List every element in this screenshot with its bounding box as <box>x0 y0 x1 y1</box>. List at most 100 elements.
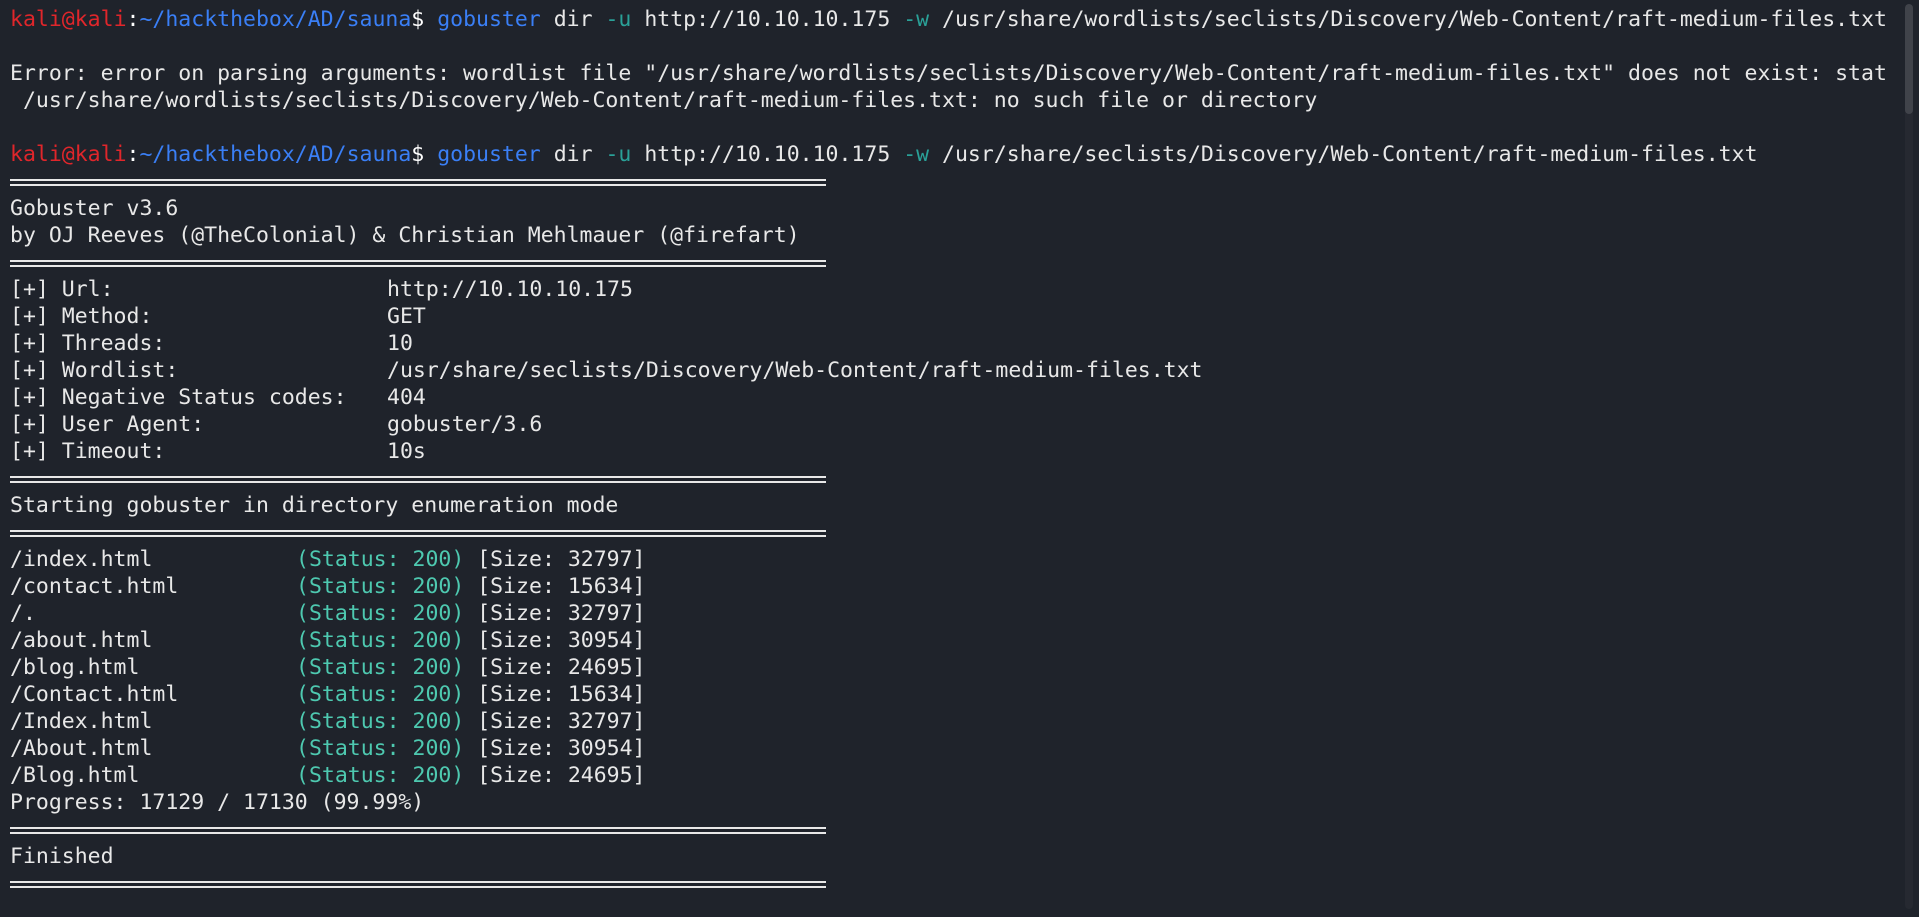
result-status: (Status: 200) <box>296 547 465 572</box>
result-row: /Contact.html (Status: 200) [Size: 15634] <box>10 681 1919 708</box>
divider <box>10 249 1919 276</box>
config-row: [+] Url: http://10.10.10.175 <box>10 276 1919 303</box>
config-value: gobuster/3.6 <box>387 412 543 437</box>
config-row: [+] Wordlist: /usr/share/seclists/Discove… <box>10 357 1919 384</box>
result-size: [Size: 24695] <box>464 763 646 788</box>
config-label: [+] Method: <box>10 304 153 329</box>
command-tool: gobuster <box>437 7 541 32</box>
progress-text: Progress: 17129 / 17130 (99.99%) <box>10 790 425 815</box>
terminal-window[interactable]: kali@kali:~/hackthebox/AD/sauna$ gobuste… <box>0 0 1919 917</box>
result-status: (Status: 200) <box>296 709 465 734</box>
result-size: [Size: 15634] <box>464 574 646 599</box>
result-row: /About.html (Status: 200) [Size: 30954] <box>10 735 1919 762</box>
result-path: /index.html <box>10 547 153 572</box>
config-label: [+] Url: <box>10 277 114 302</box>
config-value: 10 <box>387 331 413 356</box>
divider <box>10 519 1919 546</box>
result-status: (Status: 200) <box>296 601 465 626</box>
banner-authors: by OJ Reeves (@TheColonial) & Christian … <box>10 223 800 248</box>
command-flag-u: -u <box>605 142 632 167</box>
result-path: /. <box>10 601 36 626</box>
config-value: http://10.10.10.175 <box>387 277 633 302</box>
result-row: /Index.html (Status: 200) [Size: 32797] <box>10 708 1919 735</box>
result-status: (Status: 200) <box>296 736 465 761</box>
banner-version: Gobuster v3.6 <box>10 196 179 221</box>
result-size: [Size: 32797] <box>464 547 646 572</box>
prompt-dollar: $ <box>411 7 438 32</box>
prompt-host: kali <box>74 7 127 32</box>
config-row: [+] User Agent: gobuster/3.6 <box>10 411 1919 438</box>
error-line-1: Error: error on parsing arguments: wordl… <box>10 61 1887 86</box>
config-row: [+] Threads: 10 <box>10 330 1919 357</box>
result-row: /about.html (Status: 200) [Size: 30954] <box>10 627 1919 654</box>
result-path: /About.html <box>10 736 153 761</box>
result-size: [Size: 30954] <box>464 736 646 761</box>
result-row: /contact.html (Status: 200) [Size: 15634] <box>10 573 1919 600</box>
result-status: (Status: 200) <box>296 574 465 599</box>
config-label: [+] User Agent: <box>10 412 205 437</box>
result-row: /blog.html (Status: 200) [Size: 24695] <box>10 654 1919 681</box>
command-url: http://10.10.10.175 <box>631 7 904 32</box>
result-row: /index.html (Status: 200) [Size: 32797] <box>10 546 1919 573</box>
result-row: /Blog.html (Status: 200) [Size: 24695] <box>10 762 1919 789</box>
result-size: [Size: 30954] <box>464 628 646 653</box>
config-label: [+] Timeout: <box>10 439 166 464</box>
command-flag-u: -u <box>605 7 632 32</box>
error-line-2: /usr/share/wordlists/seclists/Discovery/… <box>10 88 1318 113</box>
command-wordlist: /usr/share/wordlists/seclists/Discovery/… <box>929 7 1887 32</box>
config-label: [+] Wordlist: <box>10 358 179 383</box>
prompt-dollar: $ <box>411 142 438 167</box>
command-line-2: kali@kali:~/hackthebox/AD/sauna$ gobuste… <box>10 141 1919 168</box>
result-path: /Contact.html <box>10 682 179 707</box>
config-label: [+] Negative Status codes: <box>10 385 347 410</box>
divider <box>10 168 1919 195</box>
result-path: /Blog.html <box>10 763 140 788</box>
result-size: [Size: 32797] <box>464 601 646 626</box>
command-sub: dir <box>540 142 606 167</box>
result-status: (Status: 200) <box>296 763 465 788</box>
prompt-at: @ <box>61 7 75 32</box>
prompt-colon: : <box>126 142 140 167</box>
divider <box>10 465 1919 492</box>
result-size: [Size: 32797] <box>464 709 646 734</box>
config-value: 10s <box>387 439 426 464</box>
prompt-user: kali <box>10 7 62 32</box>
command-sub: dir <box>540 7 606 32</box>
command-wordlist: /usr/share/seclists/Discovery/Web-Conten… <box>929 142 1758 167</box>
scrollbar[interactable] <box>1905 4 1913 909</box>
divider <box>10 816 1919 843</box>
prompt-colon: : <box>126 7 140 32</box>
prompt-path: ~/hackthebox/AD/sauna <box>139 142 412 167</box>
config-row: [+] Negative Status codes: 404 <box>10 384 1919 411</box>
result-status: (Status: 200) <box>296 682 465 707</box>
result-path: /Index.html <box>10 709 153 734</box>
result-path: /blog.html <box>10 655 140 680</box>
result-status: (Status: 200) <box>296 655 465 680</box>
config-row: [+] Timeout: 10s <box>10 438 1919 465</box>
result-path: /contact.html <box>10 574 179 599</box>
prompt-host: kali <box>74 142 127 167</box>
mode-text: Starting gobuster in directory enumerati… <box>10 493 619 518</box>
result-path: /about.html <box>10 628 153 653</box>
command-url: http://10.10.10.175 <box>631 142 904 167</box>
result-size: [Size: 15634] <box>464 682 646 707</box>
command-flag-w: -w <box>903 7 930 32</box>
command-tool: gobuster <box>437 142 541 167</box>
config-value: /usr/share/seclists/Discovery/Web-Conten… <box>387 358 1203 383</box>
result-row: /. (Status: 200) [Size: 32797] <box>10 600 1919 627</box>
scrollbar-thumb[interactable] <box>1905 4 1913 114</box>
command-line-1: kali@kali:~/hackthebox/AD/sauna$ gobuste… <box>10 6 1919 33</box>
config-value: GET <box>387 304 426 329</box>
prompt-path: ~/hackthebox/AD/sauna <box>139 7 412 32</box>
config-value: 404 <box>387 385 426 410</box>
config-label: [+] Threads: <box>10 331 166 356</box>
config-row: [+] Method: GET <box>10 303 1919 330</box>
prompt-at: @ <box>61 142 75 167</box>
divider <box>10 870 1919 897</box>
prompt-user: kali <box>10 142 62 167</box>
finished-text: Finished <box>10 844 114 869</box>
command-flag-w: -w <box>903 142 930 167</box>
result-size: [Size: 24695] <box>464 655 646 680</box>
